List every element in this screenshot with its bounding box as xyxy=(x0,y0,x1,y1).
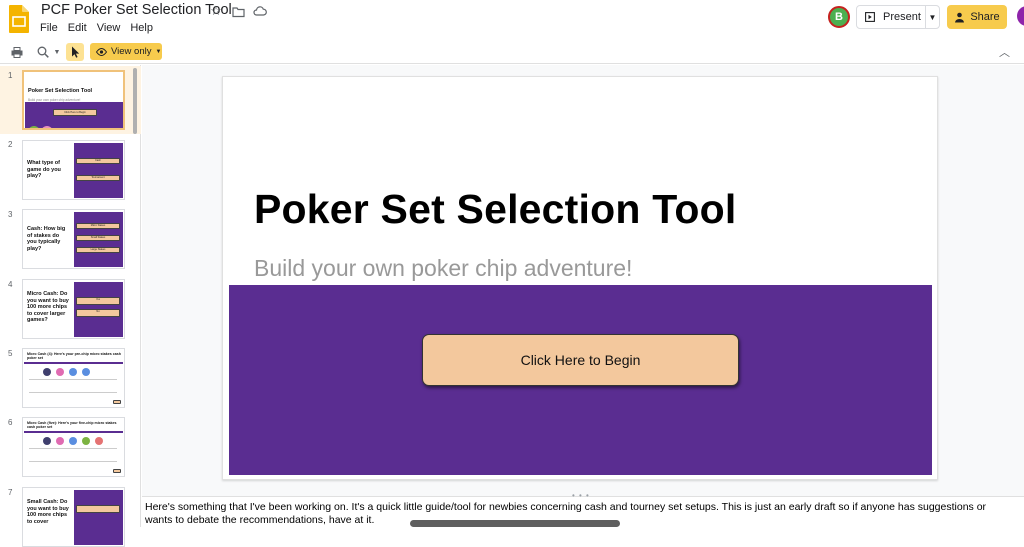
thumb-purple-rule xyxy=(24,431,123,433)
thumb-option-button: Yes xyxy=(76,297,120,305)
thumb-title: Micro Cash (five): Here's your five-chip… xyxy=(27,421,117,430)
slide-number: 7 xyxy=(8,488,13,497)
cloud-status-icon[interactable] xyxy=(252,3,268,19)
view-mode-chevron-down-icon: ▼ xyxy=(155,48,162,55)
slide-number: 5 xyxy=(8,349,13,358)
thumb-title: Cash: How big of stakes do you typically… xyxy=(27,226,66,252)
slide-purple-band: Click Here to Begin xyxy=(229,285,932,475)
slides-logo-icon[interactable] xyxy=(8,4,30,34)
view-only-mode-button[interactable]: View only ▼ xyxy=(90,43,162,60)
present-label: Present xyxy=(883,11,921,23)
thumb-option-button: Tournament xyxy=(76,175,120,181)
present-options-chevron-icon[interactable]: ▼ xyxy=(925,6,939,28)
thumb-chip xyxy=(95,437,103,445)
thumb-chip xyxy=(82,437,90,445)
thumb-option-button: No xyxy=(76,309,120,317)
collaborator-avatar[interactable]: B xyxy=(828,6,850,28)
document-title[interactable]: PCF Poker Set Selection Tool xyxy=(41,2,232,18)
thumb-chip xyxy=(43,368,51,376)
thumb-table xyxy=(29,379,117,393)
menu-edit[interactable]: Edit xyxy=(63,21,92,35)
thumb-title: Poker Set Selection Tool xyxy=(28,88,93,94)
slide-number: 6 xyxy=(8,418,13,427)
share-person-icon xyxy=(955,12,965,22)
thumb-table xyxy=(29,448,117,462)
slide-number: 3 xyxy=(8,210,13,219)
zoom-chevron-down-icon[interactable]: ▼ xyxy=(52,43,62,61)
app-header: PCF Poker Set Selection Tool ☆ File Edit… xyxy=(0,0,1024,40)
menu-help[interactable]: Help xyxy=(125,21,158,35)
current-slide: Poker Set Selection Tool Build your own … xyxy=(222,76,938,480)
view-only-label: View only xyxy=(111,46,152,57)
thumb-chip xyxy=(43,437,51,445)
thumb-begin-button: Click Here to Begin xyxy=(53,109,97,116)
thumb-chip xyxy=(56,437,64,445)
print-icon[interactable] xyxy=(8,43,26,61)
slide-number: 2 xyxy=(8,140,13,149)
move-folder-icon[interactable] xyxy=(230,3,246,19)
slide-thumbnail-4[interactable]: Micro Cash: Do you want to buy 100 more … xyxy=(22,279,125,339)
thumb-title: Small Cash: Do you want to buy 100 more … xyxy=(27,499,69,525)
begin-button[interactable]: Click Here to Begin xyxy=(422,334,739,386)
menu-file[interactable]: File xyxy=(35,21,63,35)
select-cursor-icon[interactable] xyxy=(66,43,84,61)
slide-thumbnail-5[interactable]: Micro Cash (4): Here's your pre-chip mic… xyxy=(22,348,125,408)
slide-thumbnail-6[interactable]: Micro Cash (five): Here's your five-chip… xyxy=(22,417,125,477)
slide-subtitle: Build your own poker chip adventure! xyxy=(254,255,633,281)
account-avatar[interactable] xyxy=(1017,6,1024,26)
zoom-icon[interactable] xyxy=(34,43,52,61)
notes-resize-handle[interactable]: • • • xyxy=(572,491,590,500)
thumb-purple-panel xyxy=(74,143,123,198)
menu-view[interactable]: View xyxy=(92,21,126,35)
thumb-option-button: Cash xyxy=(76,158,120,164)
thumb-purple-rule xyxy=(24,362,123,364)
star-icon[interactable]: ☆ xyxy=(208,3,224,19)
slide-thumbnail-2[interactable]: What type of game do you play? Cash Tour… xyxy=(22,140,125,200)
slide-number: 4 xyxy=(8,280,13,289)
thumb-chip xyxy=(69,437,77,445)
present-button[interactable]: Present ▼ xyxy=(856,5,940,29)
thumb-option-button: Small Stakes xyxy=(76,235,120,241)
eye-icon xyxy=(96,47,107,56)
thumb-chip xyxy=(69,368,77,376)
thumb-purple-panel xyxy=(74,490,123,545)
filmstrip-scrollbar[interactable] xyxy=(133,68,137,134)
thumb-title: Micro Cash: Do you want to buy 100 more … xyxy=(27,291,69,324)
thumb-option-button: Micro Stakes xyxy=(76,223,120,229)
slide-title: Poker Set Selection Tool xyxy=(254,186,737,232)
slide-thumbnail-3[interactable]: Cash: How big of stakes do you typically… xyxy=(22,209,125,269)
thumb-title: What type of game do you play? xyxy=(27,160,61,180)
thumb-title: Micro Cash (4): Here's your pre-chip mic… xyxy=(27,352,121,361)
thumb-purple-band xyxy=(25,102,123,128)
share-button[interactable]: Share xyxy=(947,5,1007,29)
slide-number: 1 xyxy=(8,71,13,80)
thumb-chip xyxy=(56,368,64,376)
thumb-nav-button xyxy=(113,400,121,404)
horizontal-scrollbar[interactable] xyxy=(410,520,620,527)
collapse-menus-chevron-up-icon[interactable]: ︿ xyxy=(999,44,1010,60)
share-label: Share xyxy=(970,11,1000,23)
thumb-chip xyxy=(82,368,90,376)
slide-thumbnail-7[interactable]: Small Cash: Do you want to buy 100 more … xyxy=(22,487,125,547)
present-icon xyxy=(865,12,875,22)
thumb-option-button xyxy=(76,505,120,513)
thumb-option-button: Large Stakes xyxy=(76,247,120,253)
thumb-nav-button xyxy=(113,469,121,473)
slide-thumbnail-1[interactable]: Poker Set Selection Tool Build your own … xyxy=(22,70,125,130)
